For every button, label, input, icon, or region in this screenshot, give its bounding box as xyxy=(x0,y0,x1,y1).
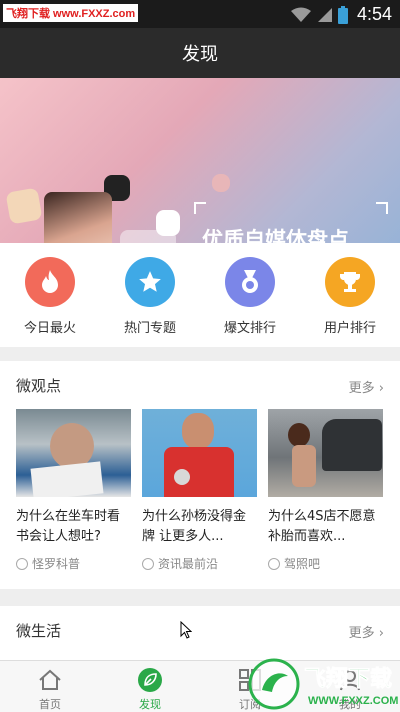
quick-link-label: 热门专题 xyxy=(123,321,176,336)
quick-link-label: 今日最火 xyxy=(23,321,76,336)
article-source: 驾照吧 xyxy=(268,555,383,572)
source-icon xyxy=(268,557,280,570)
watermark-logo-url: WWW.FXXZ.COM xyxy=(308,695,398,707)
article-card[interactable]: 为什么孙杨没得金牌 让更多人... 资讯最前沿 xyxy=(142,409,257,572)
flame-icon xyxy=(25,257,75,307)
app-icon-pink xyxy=(120,230,176,243)
article-title: 为什么孙杨没得金牌 让更多人... xyxy=(142,509,247,544)
watermark-logo-text: 飞翔下载 xyxy=(304,666,392,692)
banner-title: 优质自媒体盘点 xyxy=(202,228,349,243)
tab-discover[interactable]: 发现 xyxy=(100,661,200,712)
micro-life-section: 微生活 更多 › xyxy=(0,606,400,660)
chevron-right-icon: › xyxy=(378,381,384,396)
source-icon xyxy=(16,557,28,570)
banner-portrait xyxy=(44,192,112,243)
cursor-icon xyxy=(180,621,192,639)
source-icon xyxy=(142,557,154,570)
quick-link-viral-rank[interactable]: 爆文排行 xyxy=(210,257,290,336)
quick-link-hot-today[interactable]: 今日最火 xyxy=(10,257,90,336)
signal-icon xyxy=(317,7,332,22)
more-link[interactable]: 更多 › xyxy=(349,377,384,396)
micro-views-section: 微观点 更多 › 为什么在坐车时看书会让人想吐? 怪罗科普 为什么孙杨没得金牌 … xyxy=(0,361,400,589)
article-thumbnail xyxy=(16,409,131,497)
header: 发现 xyxy=(0,28,400,78)
more-label: 更多 xyxy=(348,626,375,641)
watermark-text: 飞翔下载 www.FXXZ.com xyxy=(3,4,139,22)
more-link[interactable]: 更多 › xyxy=(349,622,384,641)
page-title: 发现 xyxy=(182,44,218,65)
watermark-logo: 飞翔下载 WWW.FXXZ.COM xyxy=(248,658,398,710)
chevron-right-icon: › xyxy=(378,626,384,641)
home-icon xyxy=(37,667,63,693)
more-label: 更多 xyxy=(348,381,375,396)
article-title: 为什么在坐车时看书会让人想吐? xyxy=(16,509,121,544)
app-icon-small xyxy=(212,174,230,192)
quick-link-label: 用户排行 xyxy=(323,321,376,336)
banner[interactable]: 优质自媒体盘点 xyxy=(0,78,400,243)
source-name: 怪罗科普 xyxy=(32,557,81,571)
quick-link-label: 爆文排行 xyxy=(223,321,276,336)
article-card[interactable]: 为什么4S店不愿意补胎而喜欢... 驾照吧 xyxy=(268,409,383,572)
article-source: 资讯最前沿 xyxy=(142,555,257,572)
status-bar: 飞翔下载 www.FXXZ.com 4:54 xyxy=(0,0,400,28)
quick-links: 今日最火 热门专题 爆文排行 用户排行 xyxy=(0,243,400,347)
section-title: 微生活 xyxy=(16,622,62,640)
article-thumbnail xyxy=(142,409,257,497)
star-icon xyxy=(125,257,175,307)
clock: 4:54 xyxy=(356,4,392,24)
source-name: 驾照吧 xyxy=(284,557,321,571)
source-name: 资讯最前沿 xyxy=(158,557,219,571)
quick-link-topics[interactable]: 热门专题 xyxy=(110,257,190,336)
quick-link-user-rank[interactable]: 用户排行 xyxy=(310,257,390,336)
article-thumbnail xyxy=(268,409,383,497)
trophy-icon xyxy=(325,257,375,307)
article-source: 怪罗科普 xyxy=(16,555,131,572)
app-icon-cartoon xyxy=(5,187,43,225)
battery-icon xyxy=(337,5,348,24)
article-title: 为什么4S店不愿意补胎而喜欢... xyxy=(268,509,376,544)
tab-home[interactable]: 首页 xyxy=(0,661,100,712)
article-card[interactable]: 为什么在坐车时看书会让人想吐? 怪罗科普 xyxy=(16,409,131,572)
medal-icon xyxy=(225,257,275,307)
leaf-icon xyxy=(137,667,163,693)
tab-label: 首页 xyxy=(39,698,61,711)
tab-label: 发现 xyxy=(139,698,161,711)
section-title: 微观点 xyxy=(16,377,62,395)
wifi-icon xyxy=(290,7,311,22)
